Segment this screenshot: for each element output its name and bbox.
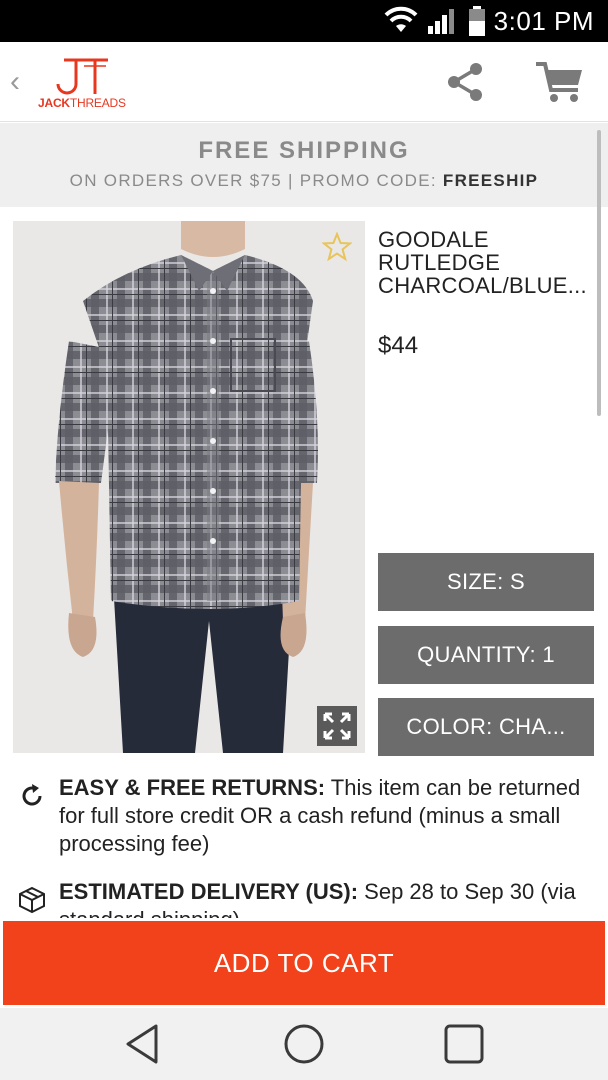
add-to-cart-button[interactable]: ADD TO CART (3, 921, 605, 1005)
back-triangle-icon[interactable] (122, 1022, 166, 1066)
promo-subtitle-text: ON ORDERS OVER $75 | PROMO CODE: (69, 171, 443, 190)
wifi-icon (384, 6, 418, 32)
product-info-section: EASY & FREE RETURNS: This item can be re… (0, 766, 608, 918)
promo-title: FREE SHIPPING (198, 137, 410, 164)
quantity-selector-button[interactable]: QUANTITY: 1 (378, 626, 594, 684)
product-title-line: RUTLEDGE (378, 251, 501, 274)
system-nav-bar (0, 1008, 608, 1080)
share-icon[interactable] (444, 60, 488, 104)
recents-square-icon[interactable] (442, 1022, 486, 1066)
product-image[interactable] (13, 221, 365, 753)
expand-icon[interactable] (317, 706, 357, 746)
product-title-line: CHARCOAL/BLUE... (378, 274, 587, 297)
returns-heading: EASY & FREE RETURNS: (59, 775, 326, 800)
delivery-heading: ESTIMATED DELIVERY (US): (59, 879, 359, 904)
home-circle-icon[interactable] (282, 1022, 326, 1066)
app-header: ‹ JACKTHREADS (0, 42, 608, 122)
package-icon (19, 886, 45, 914)
status-bar: 3:01 PM (0, 0, 608, 42)
logo-text-light: THREADS (69, 96, 126, 110)
signal-icon (427, 9, 454, 34)
product-title: GOODALE RUTLEDGE CHARCOAL/BLUE... (378, 228, 598, 297)
product-title-line: GOODALE (378, 228, 489, 251)
returns-text: EASY & FREE RETURNS: This item can be re… (59, 774, 599, 858)
star-icon[interactable] (322, 232, 352, 262)
refresh-icon (22, 784, 42, 806)
chevron-left-icon[interactable]: ‹ (4, 64, 26, 100)
status-icons: 3:01 PM (384, 4, 594, 38)
product-price: $44 (378, 332, 419, 359)
cart-icon[interactable] (534, 58, 586, 106)
color-selector-button[interactable]: COLOR: CHA... (378, 698, 594, 756)
status-time: 3:01 PM (493, 5, 594, 36)
logo-text-bold: JACK (38, 96, 70, 110)
size-selector-button[interactable]: SIZE: S (378, 553, 594, 611)
promo-subtitle: ON ORDERS OVER $75 | PROMO CODE: FREESHI… (0, 171, 608, 191)
promo-code: FREESHIP (442, 171, 539, 190)
shirt-photo (55, 221, 318, 753)
battery-icon (468, 6, 485, 36)
logo-wordmark: JACKTHREADS (38, 96, 126, 110)
promo-banner: FREE SHIPPING ON ORDERS OVER $75 | PROMO… (0, 123, 608, 207)
delivery-text: ESTIMATED DELIVERY (US): Sep 28 to Sep 3… (59, 878, 599, 918)
